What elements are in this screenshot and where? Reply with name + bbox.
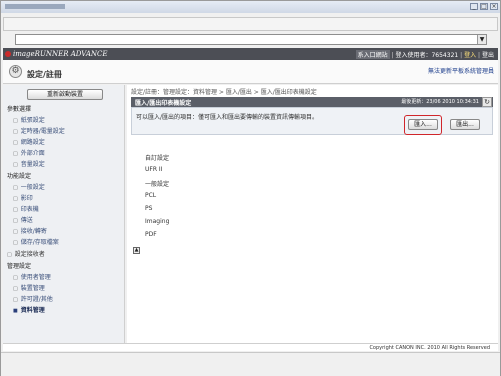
nav-heading-management: 管理設定 — [7, 263, 32, 270]
sidebar: 重新啟動裝置 參數選擇 紙張設定 定時器/電量設定 網路設定 外部介面 音量設定… — [3, 85, 125, 343]
list-item: PS — [145, 205, 153, 212]
browser-window: _ □ × ▼ imageRUNNER ADVANCE 系入口網站 | 登入使用… — [0, 0, 501, 376]
nav-heading-preferences: 參數選擇 — [7, 106, 32, 113]
nav-item-send[interactable]: 傳送 — [13, 216, 33, 225]
nav-item-timer[interactable]: 定時器/電量設定 — [13, 127, 65, 136]
panel-title: 匯入/匯出印表機設定 — [135, 100, 192, 107]
close-icon[interactable]: × — [490, 3, 498, 10]
maximize-icon[interactable]: □ — [480, 3, 488, 10]
nav-item-license[interactable]: 許可證/其他 — [13, 295, 53, 304]
panel-title-bar: 匯入/匯出印表機設定 最後更新：23/06 2010 10:34:31 ↻ — [131, 97, 493, 107]
import-button[interactable]: 匯入... — [408, 119, 438, 130]
breadcrumb: 設定/註冊：管理設定：資料管理 > 匯入/匯出 > 匯入/匯出印表機設定 — [131, 89, 317, 96]
copyright: Copyright CANON INC. 2010 All Rights Res… — [369, 345, 490, 351]
minimize-icon[interactable]: _ — [470, 3, 478, 10]
nav-item-data-management[interactable]: 資料管理 — [13, 306, 45, 315]
user-label: 登入使用者：7654321 — [395, 52, 459, 59]
portal-link[interactable]: 系入口網站 — [355, 50, 390, 59]
title-bar: _ □ × — [1, 1, 500, 13]
notice-link[interactable]: 無法更新平板系統管理員 — [428, 66, 494, 75]
nav-item-network[interactable]: 網路設定 — [13, 138, 45, 147]
logout-link[interactable]: 登出 — [482, 52, 494, 59]
page-header: ⚙ 設定/註冊 無法更新平板系統管理員 — [3, 60, 498, 84]
app-header: imageRUNNER ADVANCE 系入口網站 | 登入使用者：765432… — [3, 48, 498, 60]
list-item: Imaging — [145, 218, 170, 225]
list-item: PDF — [145, 231, 157, 238]
refresh-icon[interactable]: ↻ — [482, 97, 492, 107]
main-content: 設定/註冊：管理設定：資料管理 > 匯入/匯出 > 匯入/匯出印表機設定 匯入/… — [127, 85, 498, 343]
last-updated: 最後更新：23/06 2010 10:34:31 — [401, 99, 479, 105]
page-title: 設定/註冊 — [27, 70, 62, 79]
settings-gear-icon: ⚙ — [9, 65, 22, 78]
browser-toolbar — [3, 17, 498, 31]
scroll-to-top-icon[interactable]: ▲ — [133, 247, 140, 254]
nav-item-interface[interactable]: 外部介面 — [13, 149, 45, 158]
list-item: PCL — [145, 192, 157, 199]
panel-body: 可以匯入/匯出的項目：僅可匯入和匯出要傳輸的裝置資訊傳輸項目。 匯入... 匯出… — [131, 107, 493, 135]
nav-item-store[interactable]: 儲存/存取檔案 — [13, 238, 59, 247]
list-item: 一般設定 — [145, 181, 170, 188]
nav-item-printer[interactable]: 印表機 — [13, 205, 39, 214]
nav-item-device-management[interactable]: 裝置管理 — [13, 284, 45, 293]
list-item: 自訂設定 — [145, 155, 170, 162]
browser-status-bar — [1, 352, 500, 376]
brand-name: imageRUNNER ADVANCE — [13, 50, 108, 58]
nav-item-copy[interactable]: 影印 — [13, 194, 33, 203]
panel-description: 可以匯入/匯出的項目：僅可匯入和匯出要傳輸的裝置資訊傳輸項目。 — [136, 114, 319, 121]
login-link[interactable]: 登入 — [464, 52, 476, 59]
export-button[interactable]: 匯出... — [450, 119, 480, 130]
nav-item-destination[interactable]: 設定接收者 — [7, 250, 45, 259]
list-item: UFR II — [145, 166, 163, 173]
nav-item-common[interactable]: 一般設定 — [13, 183, 45, 192]
address-dropdown-icon[interactable]: ▼ — [477, 35, 486, 44]
header-user-area: 系入口網站 | 登入使用者：7654321 | 登入 | 登出 — [355, 50, 494, 59]
title-text — [5, 4, 65, 9]
address-bar[interactable]: ▼ — [15, 34, 487, 45]
restart-button[interactable]: 重新啟動裝置 — [27, 89, 103, 100]
nav-item-paper[interactable]: 紙張設定 — [13, 116, 45, 125]
nav-item-user-management[interactable]: 使用者管理 — [13, 273, 51, 282]
canon-logo-icon — [5, 51, 11, 57]
nav-heading-function: 功能設定 — [7, 173, 32, 180]
footer: Copyright CANON INC. 2010 All Rights Res… — [3, 343, 498, 351]
nav-item-receive[interactable]: 接收/轉寄 — [13, 227, 47, 236]
nav-item-volume[interactable]: 音量設定 — [13, 160, 45, 169]
